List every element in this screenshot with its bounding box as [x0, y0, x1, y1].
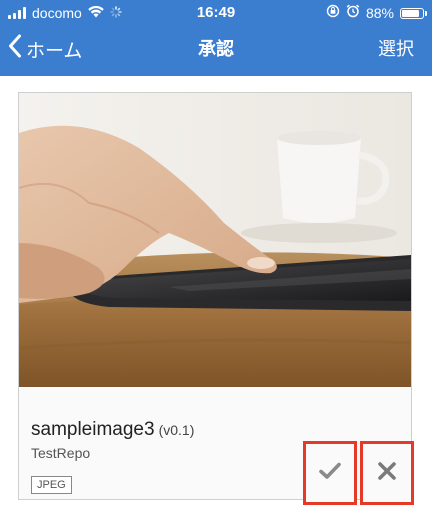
asset-card[interactable]: sampleimage3 (v0.1) TestRepo JPEG	[18, 92, 412, 500]
battery-percent: 88%	[365, 5, 394, 21]
status-right: 88%	[326, 0, 427, 26]
back-label: ホーム	[26, 40, 83, 62]
battery-icon	[400, 7, 427, 19]
back-button[interactable]: ホーム	[8, 26, 82, 72]
reject-button[interactable]	[360, 441, 414, 505]
asset-title-row: sampleimage3 (v0.1)	[31, 419, 194, 441]
chevron-left-icon	[8, 34, 22, 64]
asset-repo: TestRepo	[31, 445, 91, 461]
approve-button[interactable]	[303, 441, 357, 505]
screen: docomo 16:49 88% ホーム 承認 選択 sampleimage3 …	[0, 0, 432, 528]
alarm-icon	[346, 0, 360, 26]
status-bar: docomo 16:49 88%	[0, 0, 432, 26]
asset-name: sampleimage3	[31, 419, 155, 440]
close-icon	[377, 461, 397, 486]
battery-level	[402, 9, 419, 17]
asset-version: (v0.1)	[158, 422, 195, 438]
format-badge: JPEG	[31, 476, 72, 494]
header: docomo 16:49 88% ホーム 承認 選択	[0, 0, 432, 76]
checkmark-icon	[319, 462, 341, 485]
nav-bar: ホーム 承認 選択	[0, 26, 432, 76]
orientation-lock-icon	[326, 0, 340, 26]
asset-thumbnail[interactable]	[19, 93, 411, 387]
select-button[interactable]: 選択	[378, 26, 414, 72]
tablet-photo-image	[19, 93, 411, 387]
